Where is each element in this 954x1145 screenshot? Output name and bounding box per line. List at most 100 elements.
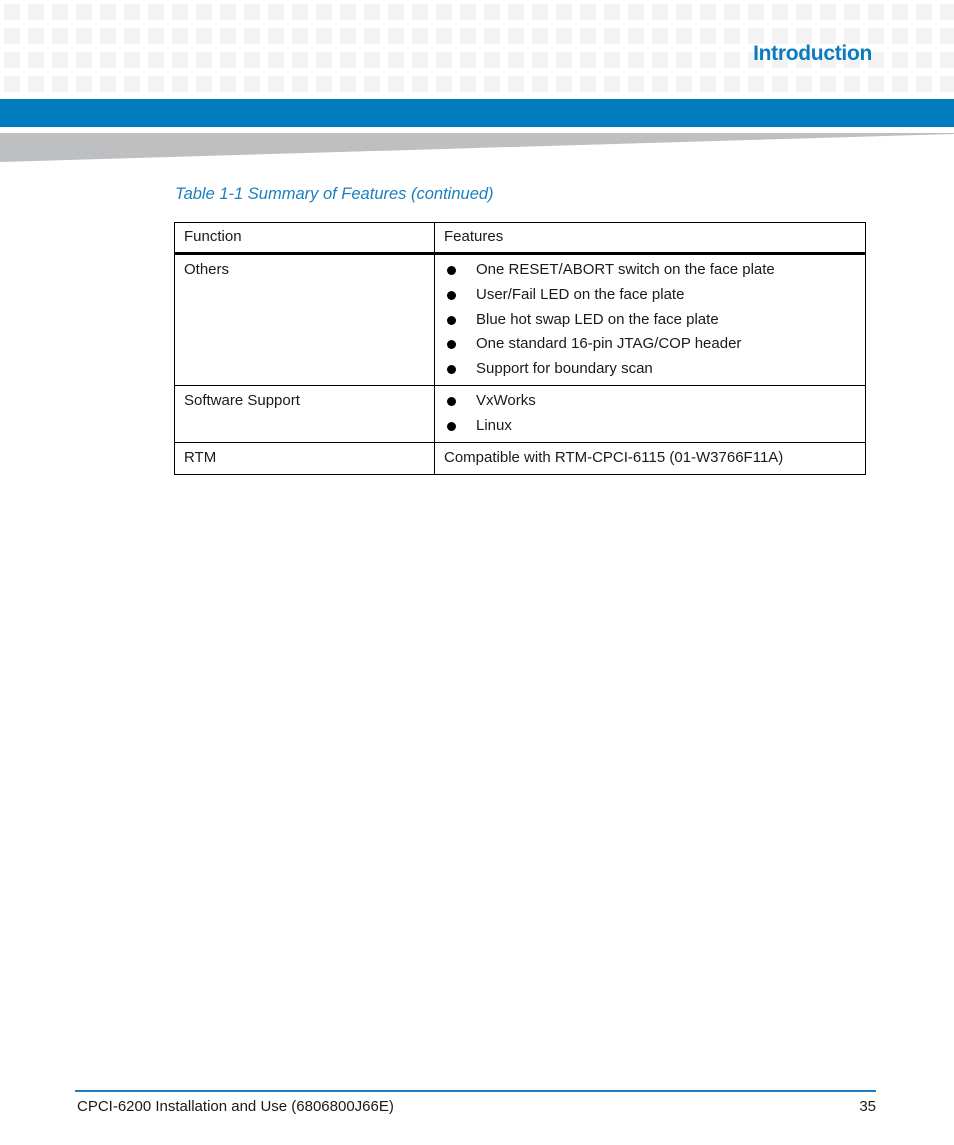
pattern-square	[484, 28, 500, 44]
pattern-square	[268, 76, 284, 92]
pattern-square	[4, 28, 20, 44]
pattern-square	[940, 28, 954, 44]
pattern-square	[844, 4, 860, 20]
pattern-square	[580, 76, 596, 92]
pattern-square	[532, 76, 548, 92]
pattern-square	[580, 4, 596, 20]
feature-item: Linux	[444, 416, 856, 436]
pattern-square	[340, 4, 356, 20]
pattern-square	[700, 28, 716, 44]
pattern-square	[124, 52, 140, 68]
pattern-square	[460, 28, 476, 44]
pattern-square	[28, 28, 44, 44]
pattern-square	[220, 76, 236, 92]
pattern-square	[940, 52, 954, 68]
pattern-square	[292, 4, 308, 20]
pattern-square	[724, 76, 740, 92]
table-row: RTM Compatible with RTM-CPCI-6115 (01-W3…	[174, 441, 866, 475]
bullet-icon	[447, 397, 456, 407]
feature-item: VxWorks	[444, 391, 856, 411]
table-row: Others One RESET/ABORT switch on the fac…	[174, 252, 866, 387]
pattern-square	[892, 76, 908, 92]
page-number: 35	[859, 1098, 876, 1115]
pattern-square	[292, 28, 308, 44]
pattern-square	[508, 4, 524, 20]
pattern-square	[628, 52, 644, 68]
pattern-square	[436, 4, 452, 20]
pattern-square	[772, 76, 788, 92]
pattern-square	[388, 52, 404, 68]
column-header-features: Features	[434, 222, 866, 255]
pattern-square	[4, 4, 20, 20]
pattern-square	[172, 28, 188, 44]
bullet-icon	[447, 421, 456, 431]
pattern-square	[76, 4, 92, 20]
pattern-square	[76, 28, 92, 44]
pattern-square	[556, 76, 572, 92]
pattern-square	[628, 76, 644, 92]
pattern-square	[196, 76, 212, 92]
pattern-square	[748, 76, 764, 92]
header-gray-wedge	[0, 133, 954, 162]
pattern-square	[244, 4, 260, 20]
pattern-square	[244, 76, 260, 92]
pattern-square	[268, 4, 284, 20]
footer-document-title: CPCI-6200 Installation and Use (6806800J…	[77, 1098, 394, 1115]
pattern-square	[364, 4, 380, 20]
pattern-square	[148, 4, 164, 20]
pattern-square	[556, 28, 572, 44]
pattern-square	[940, 76, 954, 92]
pattern-square	[580, 52, 596, 68]
pattern-square	[484, 4, 500, 20]
pattern-square	[868, 76, 884, 92]
pattern-square	[76, 52, 92, 68]
pattern-square	[244, 28, 260, 44]
pattern-square	[124, 28, 140, 44]
pattern-square	[28, 76, 44, 92]
pattern-square	[220, 52, 236, 68]
pattern-square	[916, 76, 932, 92]
pattern-square	[508, 76, 524, 92]
pattern-square	[460, 4, 476, 20]
pattern-square	[604, 52, 620, 68]
pattern-square	[316, 28, 332, 44]
pattern-square	[316, 4, 332, 20]
features-table: Function Features Others One RESET/ABORT…	[174, 222, 866, 475]
pattern-square	[148, 76, 164, 92]
pattern-square	[412, 76, 428, 92]
pattern-square	[628, 4, 644, 20]
feature-list: One RESET/ABORT switch on the face plate…	[444, 260, 856, 379]
feature-item: Support for boundary scan	[444, 359, 856, 379]
pattern-square	[820, 4, 836, 20]
table-row: Software Support VxWorks Linux	[174, 385, 866, 443]
bullet-icon	[447, 315, 456, 325]
table-caption: Table 1-1 Summary of Features (continued…	[175, 185, 494, 203]
pattern-square	[316, 76, 332, 92]
pattern-square	[316, 52, 332, 68]
pattern-square	[76, 76, 92, 92]
feature-list: VxWorks Linux	[444, 391, 856, 436]
pattern-square	[772, 4, 788, 20]
pattern-square	[52, 4, 68, 20]
pattern-square	[340, 28, 356, 44]
pattern-square	[292, 52, 308, 68]
pattern-square	[124, 4, 140, 20]
pattern-square	[52, 28, 68, 44]
pattern-square	[436, 28, 452, 44]
features-cell: Compatible with RTM-CPCI-6115 (01-W3766F…	[434, 441, 866, 475]
pattern-square	[580, 28, 596, 44]
feature-item: One RESET/ABORT switch on the face plate	[444, 260, 856, 280]
pattern-square	[364, 28, 380, 44]
bullet-icon	[447, 290, 456, 300]
pattern-square	[556, 52, 572, 68]
column-header-function: Function	[174, 222, 435, 255]
pattern-square	[220, 28, 236, 44]
header-blue-band	[0, 99, 954, 127]
pattern-square	[508, 28, 524, 44]
pattern-square	[700, 76, 716, 92]
pattern-square	[556, 4, 572, 20]
pattern-square	[244, 52, 260, 68]
pattern-square	[124, 76, 140, 92]
function-cell: Software Support	[174, 385, 435, 443]
pattern-square	[724, 28, 740, 44]
